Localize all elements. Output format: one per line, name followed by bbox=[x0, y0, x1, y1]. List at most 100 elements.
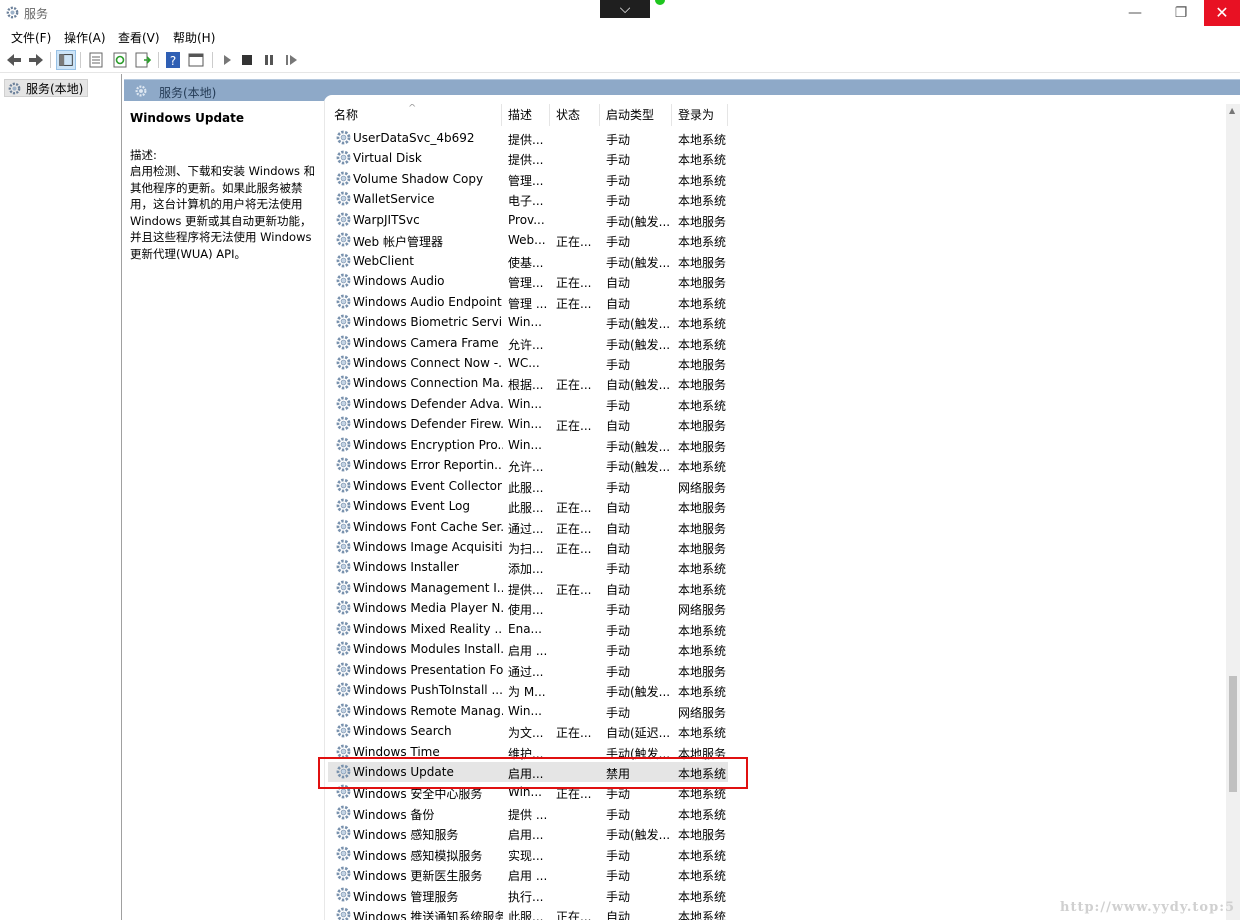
menu-view[interactable]: 查看(V) bbox=[118, 29, 160, 46]
service-gear-icon bbox=[336, 703, 351, 717]
service-name-cell: Web 帐户管理器 bbox=[353, 235, 443, 250]
service-row[interactable]: Windows 备份 提供 ... 手动 本地系统 bbox=[328, 803, 728, 823]
service-row[interactable]: Windows 感知服务 启用... 手动(触发... 本地服务 bbox=[328, 823, 728, 843]
start-service-icon[interactable] bbox=[217, 50, 237, 70]
service-row[interactable]: Volume Shadow Copy 管理... 手动 本地系统 bbox=[328, 169, 728, 189]
column-header-name[interactable]: 名称 ^ bbox=[328, 104, 502, 126]
service-row[interactable]: Windows Defender Firew... Win... 正在... 自动 本地… bbox=[328, 414, 728, 434]
service-row[interactable]: Windows Camera Frame ... 允许... 手动(触发... 本地系… bbox=[328, 333, 728, 353]
service-row[interactable]: Windows Event Collector 此服... 手动 网络服务 bbox=[328, 476, 728, 496]
service-row[interactable]: Windows Font Cache Ser... 通过... 正在... 自动 本地服… bbox=[328, 517, 728, 537]
service-row[interactable]: Windows 感知模拟服务 实现... 手动 本地系统 bbox=[328, 844, 728, 864]
service-row[interactable]: Web 帐户管理器 Web... 正在... 手动 本地系统 bbox=[328, 230, 728, 250]
service-description-cell: 根据... bbox=[508, 378, 544, 393]
service-logon-cell: 本地系统 bbox=[678, 644, 727, 659]
service-name-cell: Windows Mixed Reality ... bbox=[353, 621, 503, 636]
service-name-cell: UserDataSvc_4b692 bbox=[353, 131, 475, 145]
restart-service-icon[interactable] bbox=[282, 50, 302, 70]
service-gear-icon bbox=[336, 641, 351, 656]
service-row[interactable]: Windows Biometric Servi... Win... 手动(触发...… bbox=[328, 312, 728, 332]
scroll-up-arrow-icon[interactable]: ▲ bbox=[1229, 106, 1235, 115]
console-icon[interactable] bbox=[186, 50, 206, 70]
stop-service-icon[interactable] bbox=[237, 50, 257, 70]
service-description-cell: 启用 ... bbox=[508, 644, 548, 659]
service-name-cell: Windows Audio Endpoint... bbox=[353, 294, 503, 309]
service-row[interactable]: WalletService 电子... 手动 本地系统 bbox=[328, 189, 728, 209]
service-description-cell: 通过... bbox=[508, 521, 544, 536]
service-status-cell: 正在... bbox=[556, 276, 592, 291]
properties-icon[interactable] bbox=[86, 50, 106, 70]
menu-help[interactable]: 帮助(H) bbox=[173, 29, 215, 46]
panel-header-title: 服务(本地) bbox=[159, 86, 217, 100]
service-description-cell: Win... bbox=[508, 417, 542, 432]
service-row[interactable]: Windows Encryption Pro... Win... 手动(触发... 本… bbox=[328, 435, 728, 455]
service-row[interactable]: Windows Audio Endpoint... 管理 ... 正在... 自动 本地… bbox=[328, 292, 728, 312]
service-row[interactable]: UserDataSvc_4b692 提供... 手动 本地系统 bbox=[328, 128, 728, 148]
column-header-description[interactable]: 描述 bbox=[502, 104, 550, 126]
service-description-cell: 此服... bbox=[508, 480, 544, 495]
pause-service-icon[interactable] bbox=[259, 50, 279, 70]
service-logon-cell: 本地服务 bbox=[678, 357, 727, 372]
service-startup-type-cell: 手动 bbox=[606, 889, 631, 904]
service-row[interactable]: Windows Connection Ma... 根据... 正在... 自动(触发.… bbox=[328, 373, 728, 393]
service-logon-cell: 本地服务 bbox=[678, 501, 727, 516]
service-row[interactable]: Windows Error Reportin... 允许... 手动(触发... 本地… bbox=[328, 455, 728, 475]
menu-action[interactable]: 操作(A) bbox=[64, 29, 106, 46]
service-row[interactable]: Windows Connect Now -... WC... 手动 本地服务 bbox=[328, 353, 728, 373]
service-name-cell: Windows Connect Now -... bbox=[353, 355, 503, 370]
export-list-icon[interactable] bbox=[133, 50, 153, 70]
service-status-cell: 正在... bbox=[556, 378, 592, 393]
description-label: 描述: bbox=[130, 147, 157, 162]
service-row[interactable]: Windows 管理服务 执行... 手动 本地系统 bbox=[328, 885, 728, 905]
service-logon-cell: 本地系统 bbox=[678, 726, 727, 741]
service-row[interactable]: Windows PushToInstall ... 为 M... 手动(触发... 本… bbox=[328, 680, 728, 700]
service-row[interactable]: Windows Management I... 提供... 正在... 自动 本地系统 bbox=[328, 578, 728, 598]
service-logon-cell: 本地服务 bbox=[678, 542, 727, 556]
refresh-icon[interactable] bbox=[110, 50, 130, 70]
service-row[interactable]: Windows 推送通知系统服务 此服... 正在... 自动 本地系统 bbox=[328, 905, 728, 920]
service-row[interactable]: Windows Defender Adva... Win... 手动 本地系统 bbox=[328, 394, 728, 414]
back-arrow-icon[interactable] bbox=[4, 50, 24, 70]
collapse-tab-button[interactable]: ⌵ bbox=[600, 0, 650, 18]
restore-button[interactable]: ❐ bbox=[1158, 0, 1204, 26]
column-header-logon-as[interactable]: 登录为 bbox=[672, 104, 728, 126]
service-row[interactable]: Windows Mixed Reality ... Ena... 手动 本地系统 bbox=[328, 619, 728, 639]
service-description-cell: 允许... bbox=[508, 337, 544, 352]
service-gear-icon bbox=[336, 907, 351, 920]
show-hide-tree-icon[interactable] bbox=[56, 50, 76, 70]
service-startup-type-cell: 手动 bbox=[606, 644, 631, 659]
tree-item-services-local[interactable]: 服务(本地) bbox=[4, 79, 89, 97]
column-header-status[interactable]: 状态 bbox=[550, 104, 600, 126]
close-button[interactable]: ✕ bbox=[1204, 0, 1240, 26]
service-gear-icon bbox=[336, 478, 351, 493]
service-logon-cell: 本地系统 bbox=[678, 807, 727, 822]
service-gear-icon bbox=[336, 560, 351, 574]
service-row[interactable]: WebClient 使基... 手动(触发... 本地服务 bbox=[328, 251, 728, 271]
service-row[interactable]: Windows Image Acquisiti... 为扫... 正在... 自动 本地… bbox=[328, 537, 728, 557]
service-row[interactable]: WarpJITSvc Prov... 手动(触发... 本地服务 bbox=[328, 210, 728, 230]
service-row[interactable]: Windows Audio 管理... 正在... 自动 本地服务 bbox=[328, 271, 728, 291]
service-row[interactable]: Windows Event Log 此服... 正在... 自动 本地服务 bbox=[328, 496, 728, 516]
service-name-cell: WalletService bbox=[353, 192, 435, 207]
menu-file[interactable]: 文件(F) bbox=[11, 29, 51, 46]
column-header-startup-type[interactable]: 启动类型 bbox=[600, 104, 672, 126]
help-icon[interactable]: ? bbox=[163, 50, 183, 70]
service-row[interactable]: Windows Media Player N... 使用... 手动 网络服务 bbox=[328, 598, 728, 618]
service-startup-type-cell: 手动 bbox=[606, 194, 631, 209]
scrollbar-thumb[interactable] bbox=[1229, 676, 1237, 792]
service-description-cell: Ena... bbox=[508, 621, 542, 636]
service-row[interactable]: Windows Modules Install... 启用 ... 手动 本地系统 bbox=[328, 639, 728, 659]
vertical-scrollbar[interactable]: ▲ bbox=[1226, 104, 1240, 920]
service-row[interactable]: Virtual Disk 提供... 手动 本地系统 bbox=[328, 148, 728, 168]
minimize-button[interactable]: — bbox=[1112, 0, 1158, 26]
service-row[interactable]: Windows Search 为文... 正在... 自动(延迟... 本地系统 bbox=[328, 721, 728, 741]
service-row[interactable]: Windows Presentation Fo... 通过... 手动 本地服务 bbox=[328, 660, 728, 680]
service-row[interactable]: Windows Installer 添加... 手动 本地系统 bbox=[328, 557, 728, 577]
status-dot bbox=[655, 0, 665, 5]
forward-arrow-icon[interactable] bbox=[26, 50, 46, 70]
service-row[interactable]: Windows Remote Manag... Win... 手动 网络服务 bbox=[328, 701, 728, 721]
service-description-cell: 提供 ... bbox=[508, 807, 548, 822]
services-list: 名称 ^ 描述 状态 启动类型 登录为 UserDataSvc_4b692 提供.… bbox=[328, 104, 1226, 920]
service-row[interactable]: Windows 更新医生服务 启用 ... 手动 本地系统 bbox=[328, 864, 728, 884]
service-name-cell: Volume Shadow Copy bbox=[353, 171, 484, 186]
